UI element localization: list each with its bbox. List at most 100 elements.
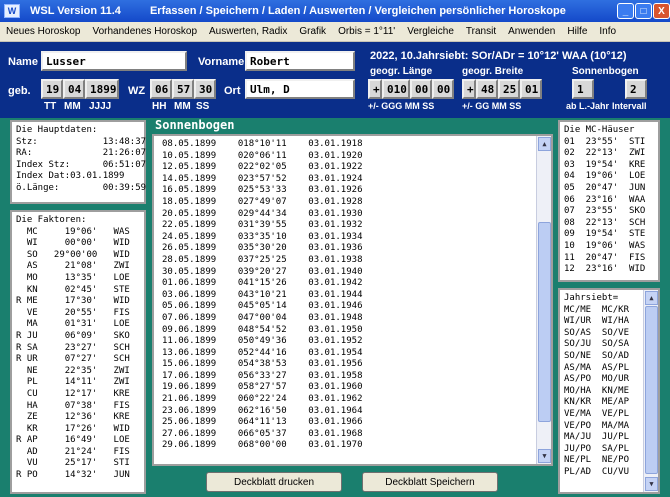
faktor-row: KR 17°26' WID	[16, 423, 130, 434]
year-field[interactable]: 1899	[85, 79, 119, 99]
list-item[interactable]: 17.06.1899 056°33'27 03.01.1958	[162, 371, 547, 383]
faktor-row: MO 13°35' LOE	[16, 272, 130, 283]
scroll-down-icon[interactable]: ▼	[645, 477, 658, 491]
list-item[interactable]: 08.05.1899 018°10'11 03.01.1918	[162, 139, 547, 151]
list-item[interactable]: 25.06.1899 064°11'13 03.01.1966	[162, 417, 547, 429]
hauptdaten-row: Index Dat:03.01.1899	[16, 171, 125, 182]
haus-row: 03 19°54' KRE	[564, 159, 646, 170]
app-description: Erfassen / Speichern / Laden / Auswerten…	[149, 5, 566, 17]
list-item[interactable]: 14.05.1899 023°57'52 03.01.1924	[162, 174, 547, 186]
menu-anwenden[interactable]: Anwenden	[502, 26, 561, 37]
list-item[interactable]: 01.06.1899 041°15'26 03.01.1942	[162, 278, 547, 290]
geb-label: geb.	[8, 85, 31, 97]
list-item[interactable]: 23.06.1899 062°16'50 03.01.1964	[162, 406, 547, 418]
breite-ss-field[interactable]: 01	[520, 79, 542, 99]
laenge-mm-field[interactable]: 00	[410, 79, 432, 99]
list-item[interactable]: 16.05.1899 025°53'33 03.01.1926	[162, 185, 547, 197]
minimize-button[interactable]: _	[617, 3, 634, 19]
intervall-label: Intervall	[612, 101, 647, 111]
list-item[interactable]: 13.06.1899 052°44'16 03.01.1954	[162, 348, 547, 360]
intervall-field[interactable]: 2	[625, 79, 647, 99]
deckblatt-speichern-button[interactable]: Deckblatt Speichern	[362, 472, 498, 492]
list-item[interactable]: 03.06.1899 043°10'21 03.01.1944	[162, 290, 547, 302]
menu-neues-horoskop[interactable]: Neues Horoskop	[0, 26, 86, 37]
list-item[interactable]: 10.05.1899 020°06'11 03.01.1920	[162, 151, 547, 163]
scroll-thumb[interactable]	[538, 222, 551, 422]
scroll-thumb[interactable]	[645, 306, 658, 474]
list-item[interactable]: 18.05.1899 027°49'07 03.01.1928	[162, 197, 547, 209]
laenge-sign-field[interactable]: +	[368, 79, 382, 99]
hour-field[interactable]: 06	[150, 79, 172, 99]
list-item[interactable]: 15.06.1899 054°38'53 03.01.1956	[162, 359, 547, 371]
menu-info[interactable]: Info	[593, 26, 622, 37]
minute-field[interactable]: 57	[172, 79, 194, 99]
menu-orbis[interactable]: Orbis = 1°11'	[332, 26, 401, 37]
month-field[interactable]: 04	[63, 79, 85, 99]
jahrsiebt-row: KN/KR ME/AP	[564, 397, 630, 408]
menu-vergleiche[interactable]: Vergleiche	[401, 26, 460, 37]
jahrsiebt-row: NE/PL NE/PO	[564, 455, 630, 466]
list-item[interactable]: 05.06.1899 045°05'14 03.01.1946	[162, 301, 547, 313]
faktor-row: CU 12°17' KRE	[16, 388, 130, 399]
ab-lebensjahr-field[interactable]: 1	[572, 79, 594, 99]
hauptdaten-row: Stz: 13:48:37	[16, 136, 147, 147]
faktor-row: AS 21°08' ZWI	[16, 261, 130, 272]
faktoren-panel: Die Faktoren: MC 19°06' WAS WI 00°00' WI…	[10, 210, 146, 494]
close-button[interactable]: X	[653, 3, 670, 19]
breite-mm-field[interactable]: 25	[498, 79, 520, 99]
list-item[interactable]: 30.05.1899 039°20'27 03.01.1940	[162, 267, 547, 279]
vorname-field[interactable]: Robert	[245, 51, 355, 71]
faktor-row: ZE 12°36' KRE	[16, 412, 130, 423]
mm-label: MM	[64, 101, 81, 112]
haus-row: 06 23°16' WAA	[564, 194, 646, 205]
faktor-row: MA 01°31' LOE	[16, 319, 130, 330]
scroll-up-icon[interactable]: ▲	[538, 137, 551, 151]
name-field[interactable]: Lusser	[41, 51, 187, 71]
menu-grafik[interactable]: Grafik	[293, 26, 332, 37]
deckblatt-drucken-button[interactable]: Deckblatt drucken	[206, 472, 342, 492]
laenge-ss-field[interactable]: 00	[432, 79, 454, 99]
ort-field[interactable]: Ulm, D	[245, 79, 355, 99]
jahrsiebt-row: MO/HA KN/ME	[564, 385, 630, 396]
list-item[interactable]: 19.06.1899 058°27'57 03.01.1960	[162, 382, 547, 394]
hauptdaten-panel: Die Hauptdaten: Stz: 13:48:37 RA: 21:26:…	[10, 120, 146, 204]
jahrsiebt-panel[interactable]: Jahrsiebt= MC/ME MC/KR WI/UR WI/HA SO/AS…	[558, 288, 660, 494]
menu-transit[interactable]: Transit	[460, 26, 502, 37]
breite-gg-field[interactable]: 48	[476, 79, 498, 99]
faktor-row: R UR 07°27' SCH	[16, 354, 130, 365]
maximize-button[interactable]: □	[635, 3, 652, 19]
jahrsiebt-row: PL/AD CU/VU	[564, 466, 630, 477]
haus-row: 12 23°16' WID	[564, 264, 646, 275]
breite-sub-label: +/- GG MM SS	[462, 101, 522, 111]
list-item[interactable]: 07.06.1899 047°00'04 03.01.1948	[162, 313, 547, 325]
list-item[interactable]: 09.06.1899 048°54'52 03.01.1950	[162, 325, 547, 337]
sonnenbogen-list[interactable]: 08.05.1899 018°10'11 03.01.1918 10.05.18…	[152, 134, 553, 466]
scroll-up-icon[interactable]: ▲	[645, 291, 658, 305]
haus-row: Die MC-Häuser	[564, 125, 635, 135]
scroll-down-icon[interactable]: ▼	[538, 449, 551, 463]
list-item[interactable]: 21.06.1899 060°22'24 03.01.1962	[162, 394, 547, 406]
sonnenbogen-scrollbar[interactable]: ▲ ▼	[536, 136, 551, 464]
day-field[interactable]: 19	[41, 79, 63, 99]
faktor-row: SO 29°00'00 WID	[16, 249, 130, 260]
breite-sign-field[interactable]: +	[462, 79, 476, 99]
vorname-label: Vorname	[198, 56, 245, 68]
list-item[interactable]: 11.06.1899 050°49'36 03.01.1952	[162, 336, 547, 348]
list-item[interactable]: 27.06.1899 066°05'37 03.01.1968	[162, 429, 547, 441]
list-item[interactable]: 24.05.1899 033°35'10 03.01.1934	[162, 232, 547, 244]
jahrsiebt-row: MA/JU JU/PL	[564, 432, 630, 443]
list-item[interactable]: 20.05.1899 029°44'34 03.01.1930	[162, 209, 547, 221]
menu-hilfe[interactable]: Hilfe	[561, 26, 593, 37]
list-item[interactable]: 28.05.1899 037°25'25 03.01.1938	[162, 255, 547, 267]
menu-vorhandenes-horoskop[interactable]: Vorhandenes Horoskop	[86, 26, 203, 37]
second-field[interactable]: 30	[194, 79, 216, 99]
faktor-row: VU 25°17' STI	[16, 458, 130, 469]
faktor-row: R ME 17°30' WID	[16, 296, 130, 307]
list-item[interactable]: 29.06.1899 068°00'00 03.01.1970	[162, 440, 547, 452]
jahrsiebt-scrollbar[interactable]: ▲ ▼	[643, 290, 658, 492]
list-item[interactable]: 22.05.1899 031°39'55 03.01.1932	[162, 220, 547, 232]
list-item[interactable]: 12.05.1899 022°02'05 03.01.1922	[162, 162, 547, 174]
list-item[interactable]: 26.05.1899 035°30'20 03.01.1936	[162, 243, 547, 255]
laenge-ggg-field[interactable]: 010	[382, 79, 410, 99]
menu-auswerten-radix[interactable]: Auswerten, Radix	[203, 26, 293, 37]
